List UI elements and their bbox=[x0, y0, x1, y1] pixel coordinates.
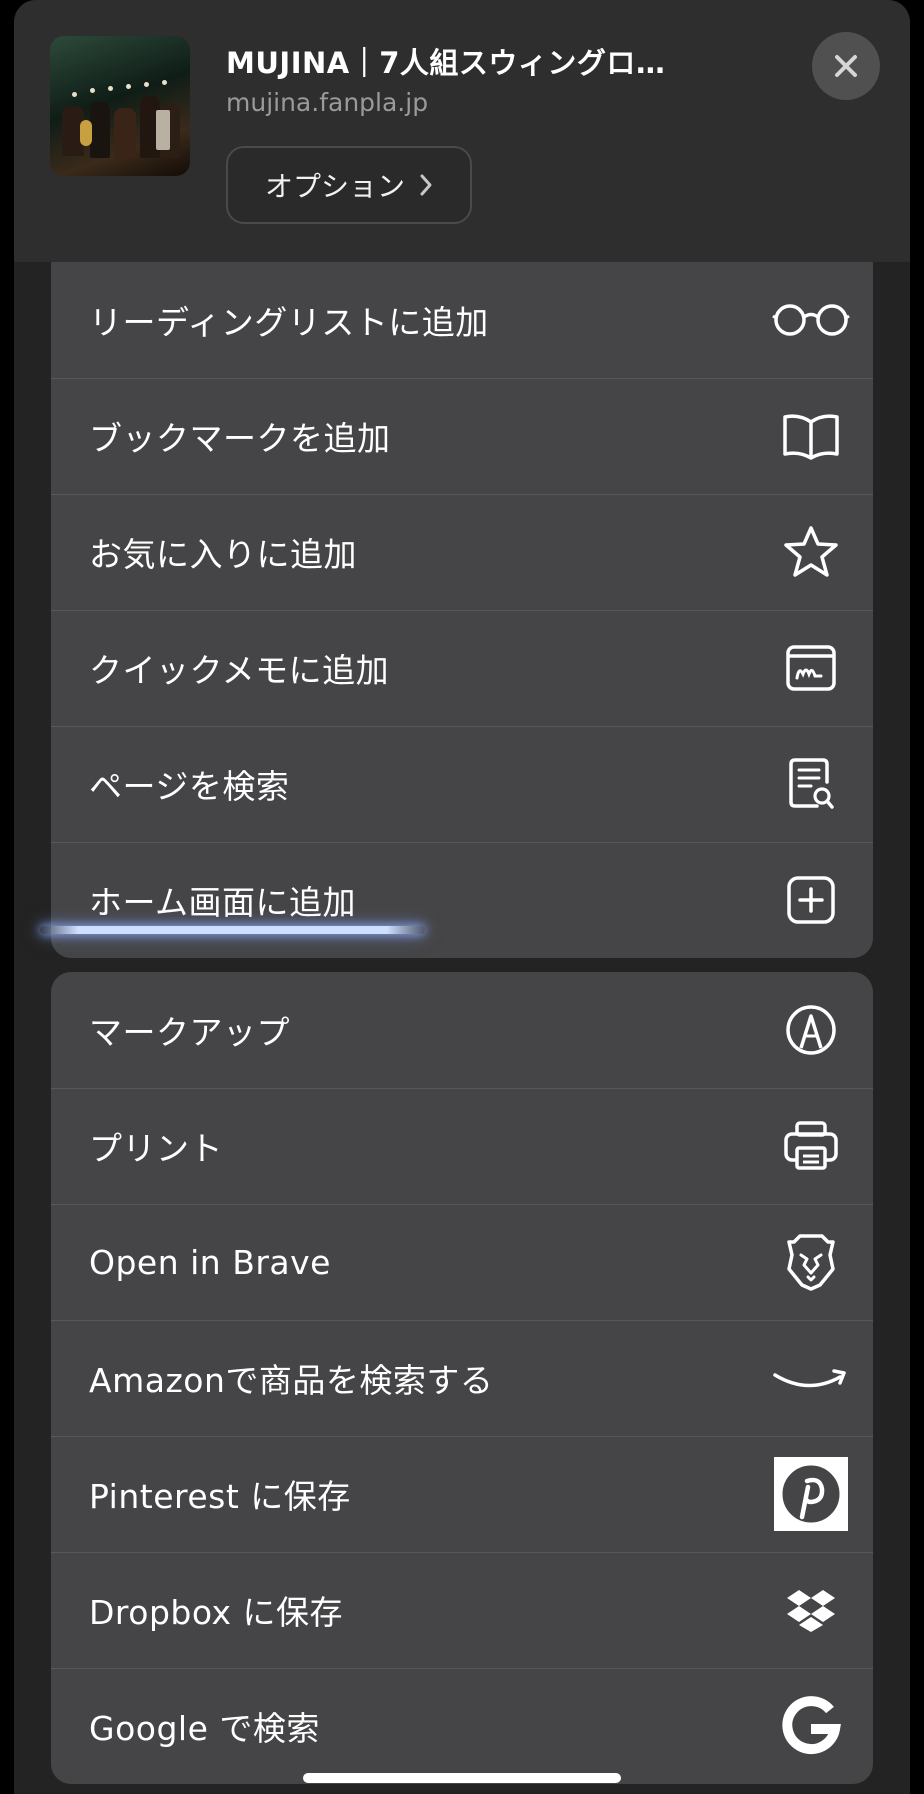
close-icon bbox=[835, 55, 857, 77]
markup-item[interactable]: マークアップ bbox=[51, 972, 873, 1088]
dropbox-save-item[interactable]: Dropbox に保存 bbox=[51, 1552, 873, 1668]
action-label: Pinterest に保存 bbox=[89, 1477, 351, 1516]
action-label: Open in Brave bbox=[89, 1242, 331, 1282]
highlight-annotation bbox=[40, 926, 425, 934]
dropbox-icon bbox=[771, 1570, 851, 1650]
action-label: クイックメモに追加 bbox=[89, 651, 390, 690]
add-reading-list-item[interactable]: リーディングリストに追加 bbox=[51, 262, 873, 378]
action-label: マークアップ bbox=[89, 1013, 290, 1052]
share-sheet: MUJINA｜7人組スウィングロ… mujina.fanpla.jp オプション… bbox=[14, 0, 910, 1794]
add-to-home-screen-item[interactable]: ホーム画面に追加 bbox=[51, 842, 873, 958]
add-favorite-item[interactable]: お気に入りに追加 bbox=[51, 494, 873, 610]
quick-note-icon bbox=[771, 628, 851, 708]
action-label: ブックマークを追加 bbox=[89, 419, 391, 458]
google-icon bbox=[771, 1686, 851, 1766]
printer-icon bbox=[771, 1106, 851, 1186]
amazon-smile-icon bbox=[771, 1338, 851, 1418]
doc-search-icon bbox=[771, 744, 851, 824]
pinterest-save-item[interactable]: Pinterest に保存 bbox=[51, 1436, 873, 1552]
markup-icon bbox=[771, 990, 851, 1070]
amazon-search-item[interactable]: Amazonで商品を検索する bbox=[51, 1320, 873, 1436]
pinterest-icon bbox=[771, 1454, 851, 1534]
page-thumbnail bbox=[50, 36, 190, 176]
chevron-right-icon bbox=[420, 174, 432, 196]
print-item[interactable]: プリント bbox=[51, 1088, 873, 1204]
share-header: MUJINA｜7人組スウィングロ… mujina.fanpla.jp オプション bbox=[14, 0, 910, 262]
find-on-page-item[interactable]: ページを検索 bbox=[51, 726, 873, 842]
page-title: MUJINA｜7人組スウィングロ… bbox=[226, 46, 666, 80]
glasses-icon bbox=[771, 280, 851, 360]
actions-group-extensions: マークアップ プリント Open in Brave Amazonで商品を検索する… bbox=[51, 972, 873, 1784]
action-label: プリント bbox=[89, 1129, 223, 1168]
action-label: ページを検索 bbox=[89, 767, 290, 806]
actions-group-primary: リーディングリストに追加 ブックマークを追加 お気に入りに追加 クイックメモに追… bbox=[51, 262, 873, 958]
add-square-icon bbox=[771, 860, 851, 940]
add-quick-note-item[interactable]: クイックメモに追加 bbox=[51, 610, 873, 726]
action-label: Dropbox に保存 bbox=[89, 1593, 344, 1632]
brave-lion-icon bbox=[771, 1222, 851, 1302]
star-icon bbox=[771, 512, 851, 592]
open-in-brave-item[interactable]: Open in Brave bbox=[51, 1204, 873, 1320]
options-label: オプション bbox=[264, 170, 405, 203]
action-label: Google で検索 bbox=[89, 1709, 320, 1748]
home-indicator[interactable] bbox=[303, 1773, 621, 1783]
add-bookmark-item[interactable]: ブックマークを追加 bbox=[51, 378, 873, 494]
book-icon bbox=[771, 396, 851, 476]
google-search-item[interactable]: Google で検索 bbox=[51, 1668, 873, 1784]
action-label: Amazonで商品を検索する bbox=[89, 1361, 494, 1400]
action-label: リーディングリストに追加 bbox=[89, 303, 489, 342]
options-button[interactable]: オプション bbox=[226, 146, 472, 224]
page-domain: mujina.fanpla.jp bbox=[226, 88, 429, 117]
close-button[interactable] bbox=[812, 32, 880, 100]
action-label: お気に入りに追加 bbox=[89, 535, 357, 574]
action-label: ホーム画面に追加 bbox=[89, 883, 357, 922]
